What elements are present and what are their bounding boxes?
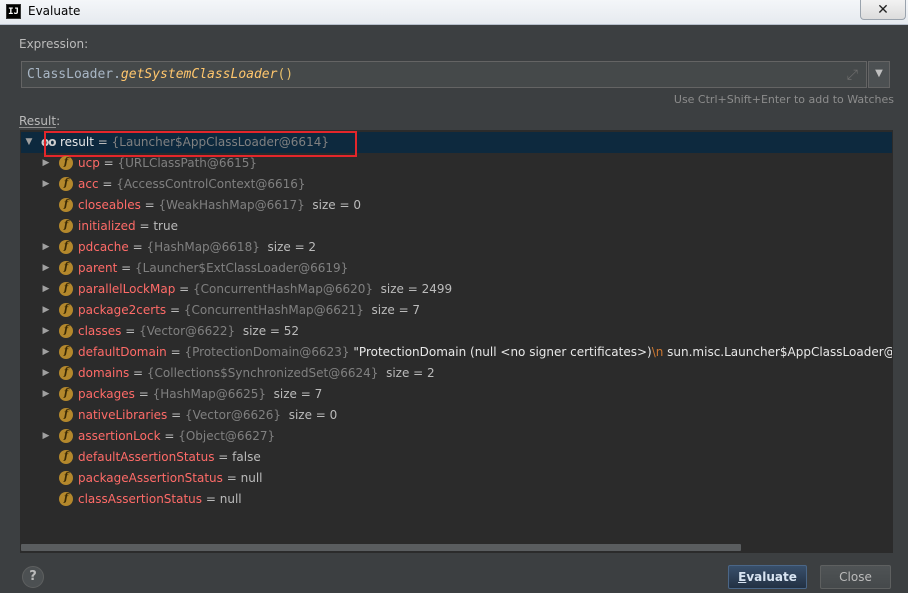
result-label-underline [19,127,56,128]
collapsed-arrow-icon[interactable]: ▶ [41,321,51,342]
field-icon: f [59,387,73,401]
tree-row-closeables[interactable]: f closeables = {WeakHashMap@6617} size = … [21,195,892,216]
tree-node-text: acc = {AccessControlContext@6616} [78,177,306,191]
field-icon: f [59,177,73,191]
tree-node-text: packageAssertionStatus = null [78,471,263,485]
tree-row-packageAssertionStatus[interactable]: f packageAssertionStatus = null [21,468,892,489]
tree-node-text: defaultAssertionStatus = false [78,450,261,464]
tree-node-text: pdcache = {HashMap@6618} size = 2 [78,240,317,254]
expression-text[interactable]: ClassLoader.getSystemClassLoader() [27,67,293,82]
intellij-icon: IJ [6,4,21,19]
tree-node-text: packages = {HashMap@6625} size = 7 [78,387,323,401]
field-icon: f [59,345,73,359]
field-icon: f [59,429,73,443]
field-icon: f [59,198,73,212]
title-bar: IJ Evaluate ✕ [0,0,908,25]
tree-node-text: domains = {Collections$SynchronizedSet@6… [78,366,435,380]
field-icon: f [59,261,73,275]
collapsed-arrow-icon[interactable]: ▶ [41,384,51,405]
tree-row-domains[interactable]: ▶ f domains = {Collections$SynchronizedSet… [21,363,892,384]
tree-node-text: classAssertionStatus = null [78,492,242,506]
tree-row-classAssertionStatus[interactable]: f classAssertionStatus = null [21,489,892,510]
field-icon: f [59,492,73,506]
tree-row-package2certs[interactable]: ▶ f package2certs = {ConcurrentHashMap@662… [21,300,892,321]
field-icon: f [59,450,73,464]
tree-row-classes[interactable]: ▶ f classes = {Vector@6622} size = 52 [21,321,892,342]
collapsed-arrow-icon[interactable]: ▶ [41,153,51,174]
collapsed-arrow-icon[interactable]: ▶ [41,426,51,447]
tree-row-initialized[interactable]: f initialized = true [21,216,892,237]
field-icon: f [59,303,73,317]
window-title: Evaluate [28,4,81,18]
watch-glasses-icon: oo [41,135,56,149]
collapsed-arrow-icon[interactable]: ▶ [41,279,51,300]
field-icon: f [59,366,73,380]
tree-node-text: parallelLockMap = {ConcurrentHashMap@662… [78,282,453,296]
help-button[interactable]: ? [22,566,44,588]
field-icon: f [59,240,73,254]
result-tree[interactable]: ▼ oo result = {Launcher$AppClassLoader@6… [20,130,893,553]
field-icon: f [59,156,73,170]
close-button[interactable]: Close [820,565,891,589]
collapsed-arrow-icon[interactable]: ▶ [41,174,51,195]
field-icon: f [59,282,73,296]
tree-row-parallelLockMap[interactable]: ▶ f parallelLockMap = {ConcurrentHashMap@6… [21,279,892,300]
tree-node-text: package2certs = {ConcurrentHashMap@6621}… [78,303,421,317]
tree-row-defaultAssertionStatus[interactable]: f defaultAssertionStatus = false [21,447,892,468]
tree-row-result[interactable]: ▼ oo result = {Launcher$AppClassLoader@6… [21,132,892,153]
tree-node-text: assertionLock = {Object@6627} [78,429,276,443]
collapsed-arrow-icon[interactable]: ▶ [41,342,51,363]
field-icon: f [59,324,73,338]
expression-input[interactable]: ClassLoader.getSystemClassLoader() ⤢ [21,61,867,88]
tree-node-text: closeables = {WeakHashMap@6617} size = 0 [78,198,361,212]
tree-node-text: ucp = {URLClassPath@6615} [78,156,258,170]
tree-node-text: initialized = true [78,219,178,233]
field-icon: f [59,408,73,422]
evaluate-button[interactable]: Evaluate [728,565,807,589]
tree-row-acc[interactable]: ▶ f acc = {AccessControlContext@6616} [21,174,892,195]
window-close-button[interactable]: ✕ [860,0,906,20]
history-dropdown-button[interactable]: ▼ [868,61,890,88]
expanded-arrow-icon[interactable]: ▼ [24,132,34,153]
tree-row-pdcache[interactable]: ▶ f pdcache = {HashMap@6618} size = 2 [21,237,892,258]
tree-row-ucp[interactable]: ▶ f ucp = {URLClassPath@6615} [21,153,892,174]
tree-row-assertionLock[interactable]: ▶ f assertionLock = {Object@6627} [21,426,892,447]
tree-node-text: defaultDomain = {ProtectionDomain@6623} … [78,345,893,359]
tree-row-packages[interactable]: ▶ f packages = {HashMap@6625} size = 7 [21,384,892,405]
collapsed-arrow-icon[interactable]: ▶ [41,300,51,321]
tree-node-text: result = {Launcher$AppClassLoader@6614} [60,135,329,149]
horizontal-scrollbar-thumb[interactable] [21,544,741,551]
result-label: Result: [19,114,61,128]
field-icon: f [59,471,73,485]
collapsed-arrow-icon[interactable]: ▶ [41,237,51,258]
tree-node-text: classes = {Vector@6622} size = 52 [78,324,300,338]
horizontal-scrollbar[interactable] [21,542,892,552]
collapsed-arrow-icon[interactable]: ▶ [41,363,51,384]
tree-row-parent[interactable]: ▶ f parent = {Launcher$ExtClassLoader@6619… [21,258,892,279]
expression-label: Expression: [19,37,89,51]
expand-editor-icon[interactable]: ⤢ [847,67,858,83]
field-icon: f [59,219,73,233]
tree-node-text: nativeLibraries = {Vector@6626} size = 0 [78,408,338,422]
tree-row-defaultDomain[interactable]: ▶ f defaultDomain = {ProtectionDomain@6623… [21,342,893,363]
collapsed-arrow-icon[interactable]: ▶ [41,258,51,279]
watches-hint: Use Ctrl+Shift+Enter to add to Watches [673,93,894,106]
tree-node-text: parent = {Launcher$ExtClassLoader@6619} [78,261,349,275]
tree-row-nativeLibraries[interactable]: f nativeLibraries = {Vector@6626} size = … [21,405,892,426]
